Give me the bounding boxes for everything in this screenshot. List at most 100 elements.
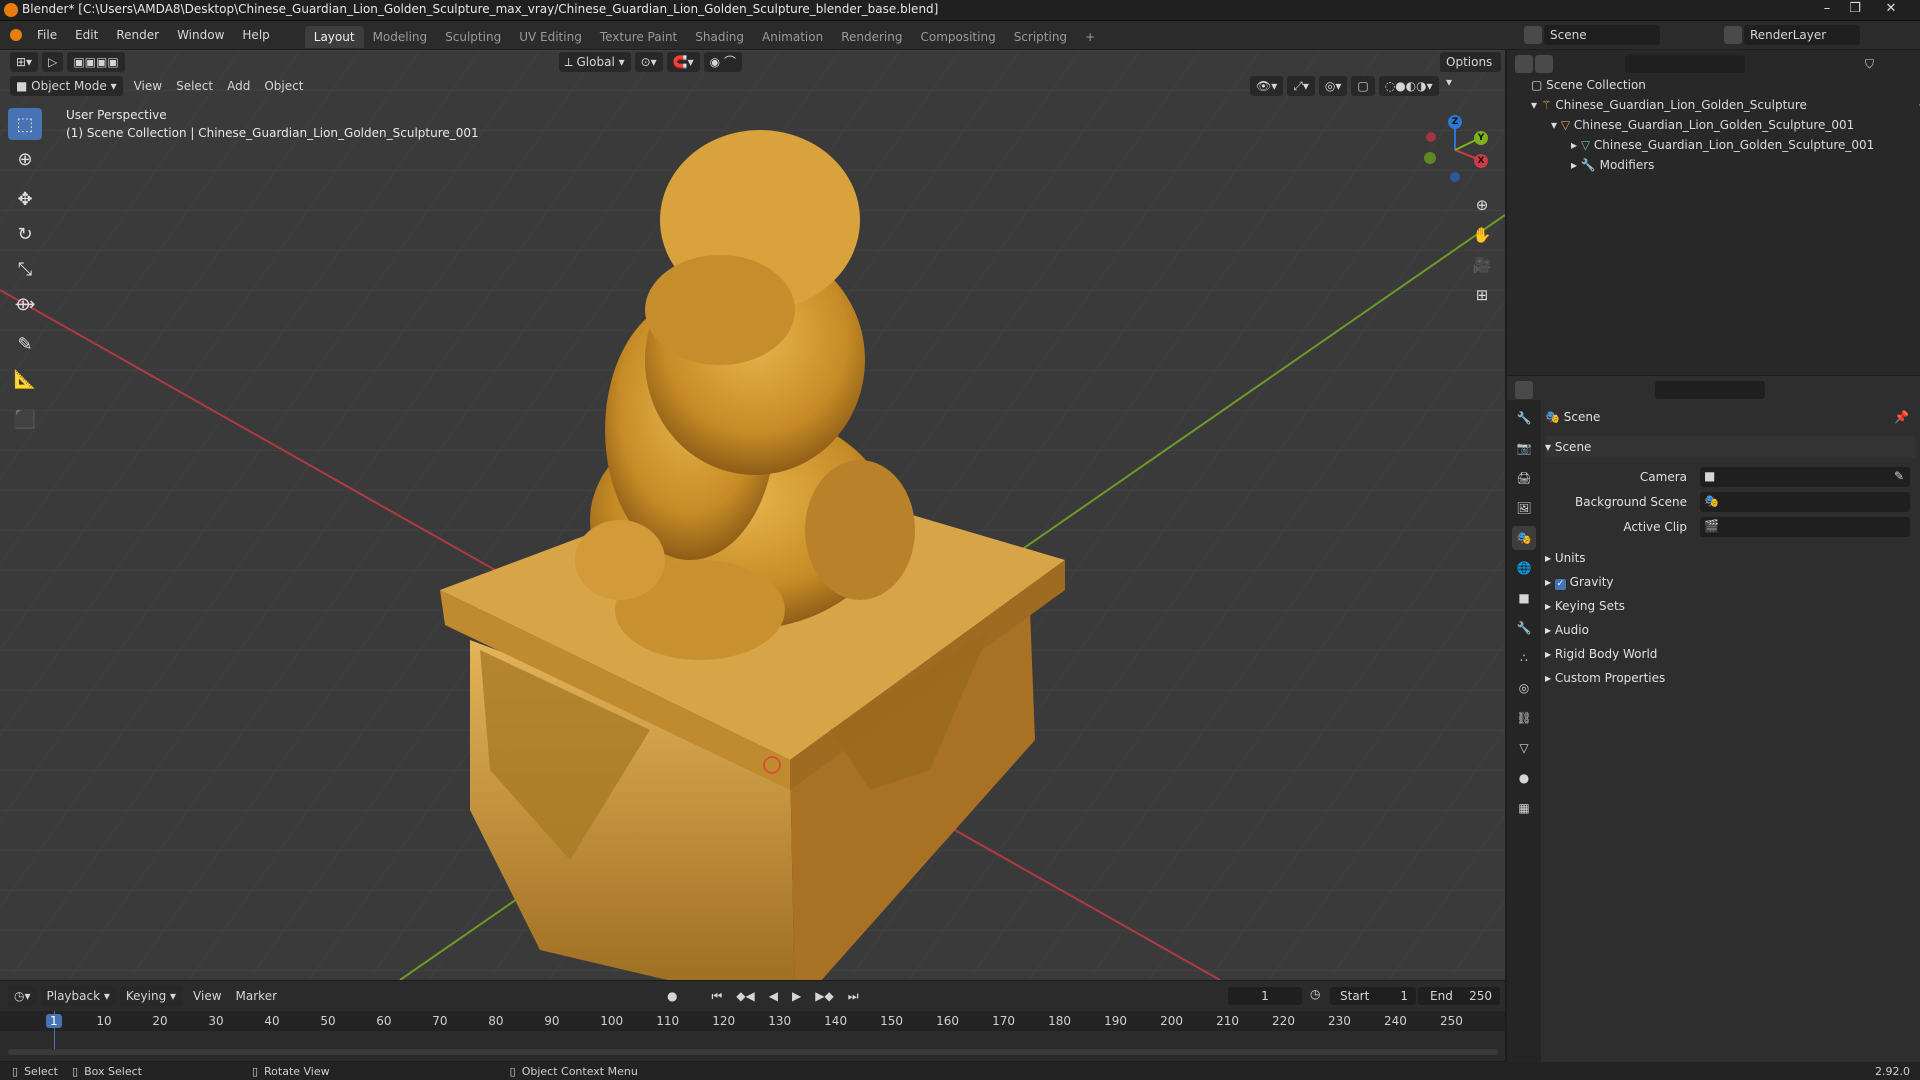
proportional-edit-icon[interactable]: ◉ ⌒ xyxy=(703,52,742,72)
tab-uv-editing[interactable]: UV Editing xyxy=(510,26,591,48)
pin-icon[interactable]: 📌 xyxy=(1894,406,1909,428)
shading-modes-icon[interactable]: ◌●◐◑▾ xyxy=(1378,76,1439,96)
tab-shading[interactable]: Shading xyxy=(686,26,753,48)
timeline-editor-icon[interactable]: ◷▾ xyxy=(8,986,37,1006)
record-icon[interactable]: ● xyxy=(660,986,684,1006)
rigid-body-world-section[interactable]: ▸ Rigid Body World xyxy=(1545,643,1915,665)
visibility-icon[interactable]: 👁▾ xyxy=(1250,76,1284,96)
render-layer-selector[interactable]: RenderLayer xyxy=(1724,25,1860,45)
outliner-editor-icon[interactable] xyxy=(1515,55,1533,73)
menu-view[interactable]: View xyxy=(127,76,169,96)
options-dropdown[interactable]: Options ▾ xyxy=(1440,52,1501,89)
annotate-tool-icon[interactable]: ✎ xyxy=(8,328,42,360)
modifier-tab-icon[interactable]: 🔧 xyxy=(1512,616,1536,640)
play-reverse-icon[interactable]: ◀ xyxy=(762,986,785,1006)
tab-layout[interactable]: Layout xyxy=(304,25,364,48)
end-frame-field[interactable]: End 250 xyxy=(1418,987,1500,1005)
tab-sculpting[interactable]: Sculpting xyxy=(436,26,510,48)
move-tool-icon[interactable]: ✥ xyxy=(8,183,42,215)
particles-tab-icon[interactable]: ∴ xyxy=(1512,646,1536,670)
clock-icon[interactable]: ◷ xyxy=(1310,987,1320,1001)
menu-help[interactable]: Help xyxy=(233,21,278,49)
tab-scripting[interactable]: Scripting xyxy=(1005,26,1076,48)
menu-render[interactable]: Render xyxy=(107,21,168,49)
view-layer-tab-icon[interactable]: 🖼 xyxy=(1512,496,1536,520)
cursor-tool-icon[interactable]: ⊕ xyxy=(8,143,42,175)
render-tab-icon[interactable]: 📷 xyxy=(1512,436,1536,460)
select-box-tool-icon[interactable]: ⬚ xyxy=(8,108,42,140)
background-scene-field[interactable]: 🎭 xyxy=(1700,492,1910,512)
outliner-item[interactable]: ▸ ▽ Chinese_Guardian_Lion_Golden_Sculptu… xyxy=(1507,135,1920,155)
data-tab-icon[interactable]: ▽ xyxy=(1512,736,1536,760)
render-layer-field[interactable]: RenderLayer xyxy=(1744,25,1860,45)
editor-type-icon[interactable]: ⊞▾ xyxy=(10,52,39,72)
timeline-view-menu[interactable]: View xyxy=(186,986,228,1006)
scene-tab-icon[interactable]: 🎭 xyxy=(1512,526,1536,550)
add-workspace-button[interactable]: + xyxy=(1076,26,1104,48)
camera-field[interactable]: ■ ✎ xyxy=(1700,467,1910,487)
display-mode-icon[interactable] xyxy=(1535,55,1553,73)
gizmo-neg-y-icon[interactable] xyxy=(1424,152,1436,164)
jump-end-icon[interactable]: ⏭ xyxy=(841,986,866,1006)
menu-object[interactable]: Object xyxy=(257,76,310,96)
active-tool-icon[interactable]: ▷ xyxy=(42,52,64,72)
object-tab-icon[interactable]: ■ xyxy=(1512,586,1536,610)
current-frame-field[interactable]: 1 xyxy=(1228,987,1302,1005)
audio-section[interactable]: ▸ Audio xyxy=(1545,619,1915,641)
tab-compositing[interactable]: Compositing xyxy=(911,26,1004,48)
gizmo-x-icon[interactable]: X xyxy=(1474,154,1488,168)
mode-dropdown[interactable]: ■ Object Mode ▾ xyxy=(10,76,123,96)
next-keyframe-icon[interactable]: ▶◆ xyxy=(808,986,840,1006)
outliner-item[interactable]: ▸ 🔧 Modifiers xyxy=(1507,155,1920,175)
transform-orientation-dropdown[interactable]: ⟂ Global ▾ xyxy=(558,52,631,72)
xray-icon[interactable]: ▢ xyxy=(1351,76,1375,96)
material-tab-icon[interactable]: ● xyxy=(1512,766,1536,790)
play-icon[interactable]: ▶ xyxy=(785,986,808,1006)
zoom-icon[interactable]: ⊕ xyxy=(1469,192,1495,218)
custom-properties-section[interactable]: ▸ Custom Properties xyxy=(1545,667,1915,689)
filter-icon[interactable]: ⛉ xyxy=(1865,57,1874,72)
scene-name-field[interactable]: Scene xyxy=(1544,25,1660,45)
menu-file[interactable]: File xyxy=(28,21,66,49)
3d-viewport[interactable] xyxy=(0,50,1505,980)
world-tab-icon[interactable]: 🌐 xyxy=(1512,556,1536,580)
gizmo-toggle-icon[interactable]: ⤢▾ xyxy=(1287,76,1315,96)
ortho-grid-icon[interactable]: ⊞ xyxy=(1469,282,1495,308)
properties-search-input[interactable] xyxy=(1655,381,1765,399)
menu-window[interactable]: Window xyxy=(168,21,233,49)
outliner-item[interactable]: ▾ ▽ Chinese_Guardian_Lion_Golden_Sculptu… xyxy=(1507,115,1920,135)
active-clip-field[interactable]: 🎬 xyxy=(1700,517,1910,537)
scene-panel-header[interactable]: ▾ Scene xyxy=(1545,436,1915,458)
navigation-gizmo[interactable]: Z Y X xyxy=(1420,112,1490,187)
gravity-checkbox[interactable]: ✓ xyxy=(1554,579,1566,590)
snap-icon[interactable]: 🧲▾ xyxy=(666,52,700,72)
scale-tool-icon[interactable]: ⤡ xyxy=(8,253,42,285)
marker-menu[interactable]: Marker xyxy=(229,986,284,1006)
rotate-tool-icon[interactable]: ↻ xyxy=(8,218,42,250)
camera-view-icon[interactable]: 🎥 xyxy=(1469,252,1495,278)
pan-hand-icon[interactable]: ✋ xyxy=(1469,222,1495,248)
output-tab-icon[interactable]: 🖨 xyxy=(1512,466,1536,490)
outliner-search-input[interactable] xyxy=(1625,55,1745,73)
eyedropper-icon[interactable]: ✎ xyxy=(1894,469,1904,483)
overlays-icon[interactable]: ◎▾ xyxy=(1318,76,1348,96)
gravity-section[interactable]: ▸ ✓ Gravity xyxy=(1545,571,1915,593)
keying-menu[interactable]: Keying ▾ xyxy=(119,986,183,1006)
tab-animation[interactable]: Animation xyxy=(753,26,832,48)
outliner-item[interactable]: ▾ ⚚ Chinese_Guardian_Lion_Golden_Sculptu… xyxy=(1507,95,1920,115)
physics-tab-icon[interactable]: ◎ xyxy=(1512,676,1536,700)
scene-selector[interactable]: Scene xyxy=(1524,25,1660,45)
gizmo-neg-x-icon[interactable] xyxy=(1426,132,1436,142)
texture-tab-icon[interactable]: ▦ xyxy=(1512,796,1536,820)
transform-tool-icon[interactable]: ⟴ xyxy=(8,288,42,320)
tool-tab-icon[interactable]: 🔧 xyxy=(1512,406,1536,430)
jump-start-icon[interactable]: ⏮ xyxy=(704,986,729,1006)
menu-select[interactable]: Select xyxy=(169,76,220,96)
menu-edit[interactable]: Edit xyxy=(66,21,107,49)
menu-add[interactable]: Add xyxy=(220,76,257,96)
constraints-tab-icon[interactable]: ⛓ xyxy=(1512,706,1536,730)
add-cube-tool-icon[interactable]: ⬛ xyxy=(8,403,42,435)
playback-menu[interactable]: Playback ▾ xyxy=(40,986,116,1006)
selection-mode-icon[interactable]: ▣▣▣▣ xyxy=(67,52,125,72)
keying-sets-section[interactable]: ▸ Keying Sets xyxy=(1545,595,1915,617)
